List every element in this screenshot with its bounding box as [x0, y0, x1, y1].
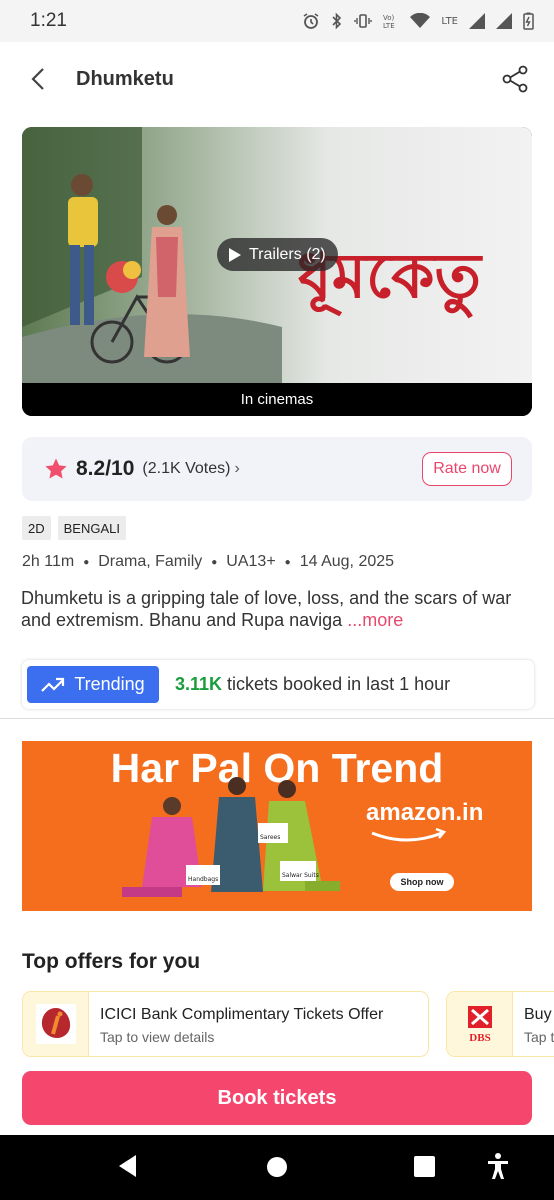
movie-meta: 2h 11m ● Drama, Family ● UA13+ ● 14 Aug,…: [22, 553, 394, 571]
app-header: Dhumketu: [0, 42, 554, 118]
movie-description: Dhumketu is a gripping tale of love, los…: [21, 587, 536, 631]
accessibility-icon[interactable]: [486, 1152, 510, 1180]
offer-subtitle: Tap t: [524, 1029, 554, 1045]
rating-score: 8.2/10: [76, 457, 135, 480]
book-tickets-button[interactable]: Book tickets: [22, 1071, 532, 1125]
icici-logo: [23, 992, 89, 1056]
trending-badge: Trending: [27, 666, 159, 703]
shop-now-button[interactable]: Shop now: [390, 873, 454, 891]
offer-subtitle: Tap to view details: [100, 1029, 215, 1045]
ad-brand: amazon.in: [366, 799, 484, 826]
wifi-icon: [410, 13, 431, 28]
offer-card-icici[interactable]: ICICI Bank Complimentary Tickets Offer T…: [22, 991, 429, 1057]
nav-back-icon[interactable]: [116, 1153, 140, 1179]
status-time: 1:21: [30, 10, 67, 31]
status-icons: Vo) LTE LTE: [302, 12, 534, 30]
offer-card-dbs[interactable]: DBS Buy Tap t: [446, 991, 554, 1057]
page-title: Dhumketu: [76, 68, 174, 90]
chevron-right-icon: ›: [234, 460, 240, 477]
bluetooth-icon: [332, 12, 342, 30]
share-icon[interactable]: [500, 64, 530, 94]
rating-votes: (2.1K Votes): [142, 460, 231, 477]
signal-icon-2: [496, 13, 512, 29]
trending-text: 3.11K tickets booked in last 1 hour: [175, 674, 450, 695]
tag-format: 2D: [22, 516, 51, 540]
system-nav-bar: [0, 1135, 554, 1200]
trending-up-icon: [41, 677, 65, 692]
star-icon: [45, 458, 67, 479]
ad-label-handbags: Handbags: [188, 876, 218, 883]
battery-charging-icon: [523, 12, 534, 30]
back-arrow-icon[interactable]: [26, 66, 52, 92]
play-icon: [229, 247, 241, 262]
section-divider: [0, 718, 554, 719]
dbs-logo-text: DBS: [469, 1032, 490, 1044]
separator-dot: ●: [284, 556, 291, 568]
trailers-label: Trailers (2): [249, 245, 326, 263]
ad-banner[interactable]: Har Pal On Trend Handbags Sarees Salwar …: [22, 741, 532, 911]
volte-icon: Vo)LTE: [383, 14, 395, 30]
separator-dot: ●: [83, 556, 90, 568]
rating-card[interactable]: 8.2/10 (2.1K Votes) › Rate now: [22, 437, 532, 501]
trending-label: Trending: [74, 674, 145, 694]
status-bar: 1:21 Vo) LTE LTE: [0, 0, 554, 42]
description-text: Dhumketu is a gripping tale of love, los…: [21, 588, 512, 630]
certificate: UA13+: [226, 553, 276, 570]
vibrate-icon: [354, 14, 373, 28]
svg-text:Vo): Vo): [383, 14, 395, 22]
tag-language: BENGALI: [57, 516, 126, 540]
dbs-logo-icon: DBS: [467, 1006, 492, 1044]
offer-body: Buy Tap t: [513, 992, 554, 1056]
release-date: 14 Aug, 2025: [299, 553, 395, 570]
trailers-button[interactable]: Trailers (2): [217, 238, 338, 271]
separator-dot: ●: [211, 556, 218, 568]
duration: 2h 11m: [22, 553, 75, 570]
rate-now-button[interactable]: Rate now: [422, 452, 512, 486]
ad-label-sarees: Sarees: [260, 834, 280, 841]
svg-text:LTE: LTE: [383, 22, 395, 30]
genres: Drama, Family: [98, 553, 203, 570]
alarm-icon: [303, 13, 319, 29]
release-status: In cinemas: [22, 383, 532, 416]
offer-title: Buy: [524, 1006, 552, 1023]
nav-home-icon[interactable]: [266, 1156, 288, 1178]
more-link[interactable]: ...more: [342, 610, 403, 630]
trending-strip: Trending 3.11K tickets booked in last 1 …: [22, 660, 534, 709]
movie-banner[interactable]: ধূমকেতু Trailers (2) In cinemas: [22, 127, 532, 416]
format-tags: 2D BENGALI: [22, 516, 126, 540]
offer-title: ICICI Bank Complimentary Tickets Offer: [100, 1006, 384, 1023]
signal-icon: [469, 13, 485, 29]
offers-heading: Top offers for you: [22, 950, 201, 973]
ad-label-salwar-suits: Salwar Suits: [282, 872, 319, 879]
dbs-logo: DBS: [447, 992, 513, 1056]
tickets-count: 3.11K: [175, 674, 223, 694]
icici-logo-icon: [35, 1004, 76, 1044]
tickets-text: tickets booked in last 1 hour: [222, 674, 451, 694]
offer-body: ICICI Bank Complimentary Tickets Offer T…: [89, 992, 383, 1056]
network-label: LTE: [441, 15, 458, 27]
nav-recents-icon[interactable]: [414, 1156, 435, 1177]
